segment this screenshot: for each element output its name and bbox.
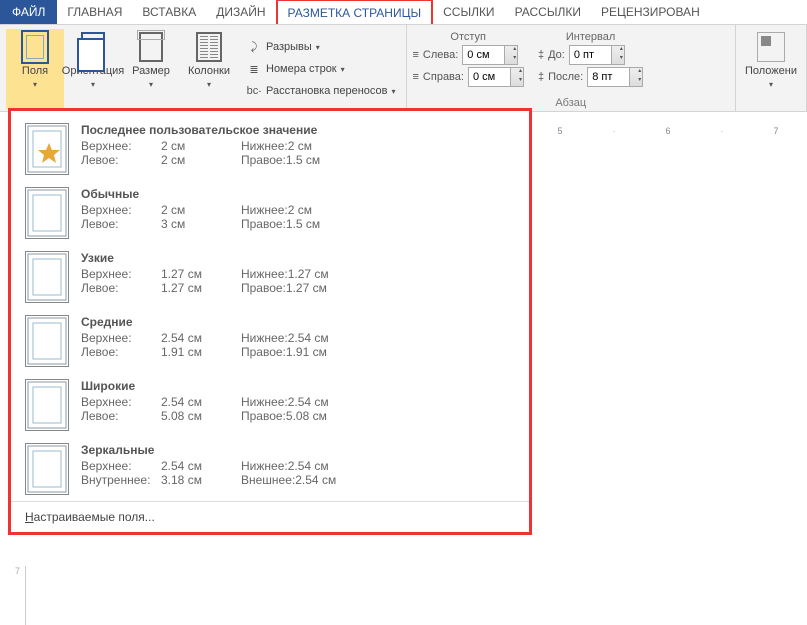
columns-icon: [193, 31, 225, 63]
line-numbers-button[interactable]: ≣ Номера строк ▾: [242, 58, 400, 80]
tab-file[interactable]: ФАЙЛ: [0, 0, 57, 24]
breaks-icon: ⤸: [246, 39, 262, 55]
spacing-title: Интервал: [538, 31, 643, 43]
line-numbers-label: Номера строк: [266, 63, 337, 75]
breaks-label: Разрывы: [266, 41, 312, 53]
spacing-after-label: После:: [548, 71, 583, 83]
indent-block: Отступ ≡ Слева: ≡ Справа:: [413, 31, 524, 87]
position-label: Положени: [745, 65, 797, 77]
chevron-down-icon: ▾: [207, 80, 211, 89]
margins-option-4[interactable]: ШирокиеВерхнее:2.54 смНижнее:2.54 смЛево…: [11, 373, 529, 437]
indent-right-input[interactable]: [468, 67, 524, 87]
size-label: Размер: [132, 65, 170, 77]
margins-icon: [19, 31, 51, 63]
tab-references[interactable]: ССЫЛКИ: [433, 0, 504, 24]
margin-thumb-icon: [25, 443, 69, 495]
margin-option-title: Обычные: [81, 187, 515, 201]
custom-margins-item[interactable]: Настраиваемые поля...: [11, 501, 529, 532]
chevron-down-icon: ▾: [769, 80, 773, 89]
tab-design[interactable]: ДИЗАЙН: [206, 0, 275, 24]
tab-page-layout[interactable]: РАЗМЕТКА СТРАНИЦЫ: [276, 0, 434, 24]
margins-dropdown: Последнее пользовательское значениеВерхн…: [8, 108, 532, 535]
orientation-button[interactable]: Ориентация▾: [64, 29, 122, 109]
margins-option-2[interactable]: УзкиеВерхнее:1.27 смНижнее:1.27 смЛевое:…: [11, 245, 529, 309]
tab-review[interactable]: РЕЦЕНЗИРОВАН: [591, 0, 710, 24]
size-button[interactable]: Размер ▾: [122, 29, 180, 109]
tab-insert[interactable]: ВСТАВКА: [132, 0, 206, 24]
columns-button[interactable]: Колонки ▾: [180, 29, 238, 109]
line-numbers-icon: ≣: [246, 61, 262, 77]
margins-option-0[interactable]: Последнее пользовательское значениеВерхн…: [11, 117, 529, 181]
chevron-down-icon: ▾: [316, 43, 320, 52]
margins-option-5[interactable]: ЗеркальныеВерхнее:2.54 смНижнее:2.54 смВ…: [11, 437, 529, 501]
margin-option-title: Последнее пользовательское значение: [81, 123, 515, 137]
spacing-before-icon: ‡: [538, 49, 544, 61]
margin-thumb-icon: [25, 379, 69, 431]
position-icon: [755, 31, 787, 63]
tab-mailings[interactable]: РАССЫЛКИ: [505, 0, 591, 24]
spacing-before-input[interactable]: [569, 45, 625, 65]
spacing-after-icon: ‡: [538, 71, 544, 83]
position-button[interactable]: Положени ▾: [742, 29, 800, 109]
tab-strip: ФАЙЛ ГЛАВНАЯ ВСТАВКА ДИЗАЙН РАЗМЕТКА СТР…: [0, 0, 807, 24]
horizontal-ruler: 5· 6· 7· 8· 9: [534, 122, 807, 140]
indent-right-label: Справа:: [423, 71, 464, 83]
hyphenation-label: Расстановка переносов: [266, 85, 387, 97]
chevron-down-icon: ▾: [391, 87, 395, 96]
margins-option-3[interactable]: СредниеВерхнее:2.54 смНижнее:2.54 смЛево…: [11, 309, 529, 373]
vertical-ruler: 7: [10, 566, 26, 625]
breaks-button[interactable]: ⤸ Разрывы ▾: [242, 36, 400, 58]
custom-margins-accel: Н: [25, 510, 34, 524]
chevron-down-icon: ▾: [33, 80, 37, 89]
tab-home[interactable]: ГЛАВНАЯ: [57, 0, 132, 24]
margins-option-1[interactable]: ОбычныеВерхнее:2 смНижнее:2 смЛевое:3 см…: [11, 181, 529, 245]
spacing-block: Интервал ‡ До: ‡ После:: [538, 31, 643, 87]
spacing-before-label: До:: [548, 49, 565, 61]
indent-right-icon: ≡: [413, 71, 419, 83]
custom-margins-label: астраиваемые поля...: [34, 510, 155, 524]
chevron-down-icon: ▾: [341, 65, 345, 74]
margins-label: Поля: [22, 65, 48, 77]
margin-option-title: Узкие: [81, 251, 515, 265]
spacing-after-input[interactable]: [587, 67, 643, 87]
orientation-icon: [77, 31, 109, 63]
columns-label: Колонки: [188, 65, 230, 77]
hyphenation-button[interactable]: bc- Расстановка переносов ▾: [242, 80, 400, 102]
indent-left-icon: ≡: [413, 49, 419, 61]
margin-thumb-icon: [25, 123, 69, 175]
indent-title: Отступ: [413, 31, 524, 43]
margin-thumb-icon: [25, 315, 69, 367]
margin-option-title: Широкие: [81, 379, 515, 393]
hyphenation-icon: bc-: [246, 83, 262, 99]
chevron-down-icon: ▾: [149, 80, 153, 89]
margin-option-title: Средние: [81, 315, 515, 329]
margin-thumb-icon: [25, 187, 69, 239]
margin-thumb-icon: [25, 251, 69, 303]
ribbon: Поля ▾ Ориентация▾ Размер ▾ Колонки ▾ ⤸ Разр…: [0, 24, 807, 112]
indent-left-input[interactable]: [462, 45, 518, 65]
chevron-down-icon: ▾: [91, 80, 95, 89]
indent-left-label: Слева:: [423, 49, 458, 61]
paragraph-group-label: Абзац: [413, 95, 730, 109]
margins-button[interactable]: Поля ▾: [6, 29, 64, 109]
margin-option-title: Зеркальные: [81, 443, 515, 457]
size-icon: [135, 31, 167, 63]
